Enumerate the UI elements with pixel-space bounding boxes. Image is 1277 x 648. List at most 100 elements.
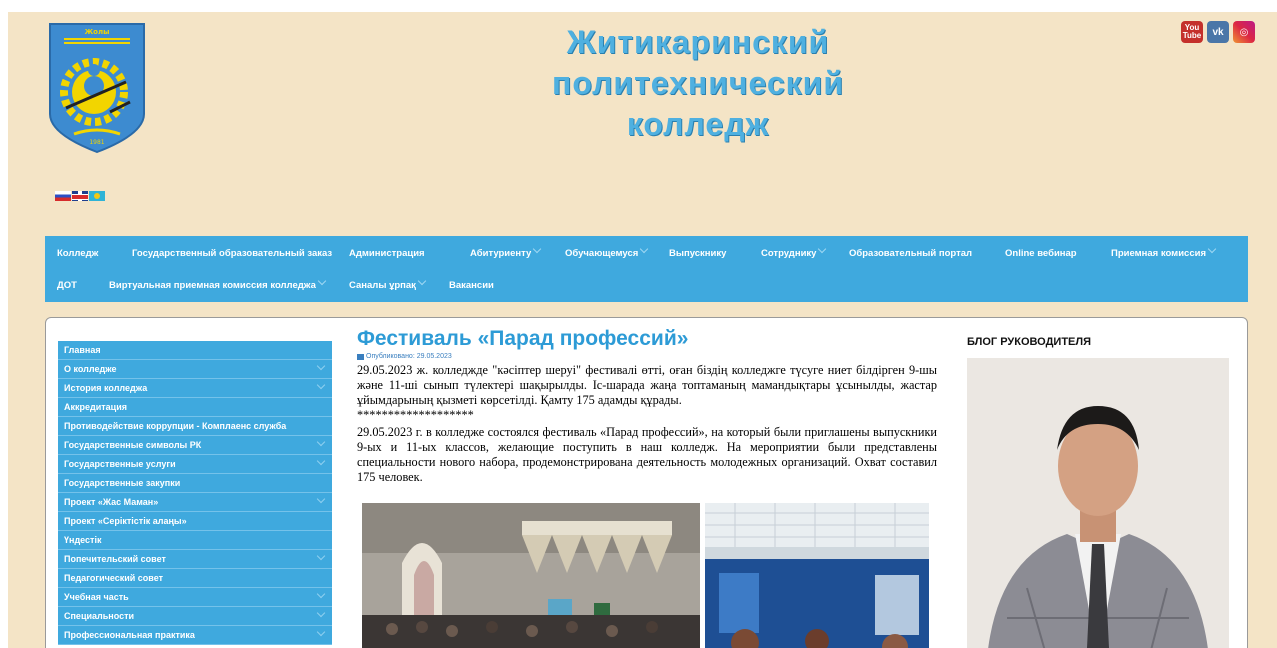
nav-item-label: Образовательный портал bbox=[849, 248, 973, 259]
chevron-down-icon bbox=[316, 380, 326, 390]
chevron-down-icon bbox=[640, 244, 649, 254]
nav-item-label: Вакансии bbox=[449, 280, 494, 291]
article-paragraph-kz: 29.05.2023 ж. колледжде "кәсіптер шеруі"… bbox=[357, 363, 937, 407]
sidebar-item-academic-part[interactable]: Учебная часть bbox=[58, 588, 332, 607]
nav-item-state-order[interactable]: Государственный образовательный заказ bbox=[132, 248, 332, 259]
sidebar-item-label: Үндестік bbox=[64, 535, 102, 545]
sidebar-item-specialties[interactable]: Специальности bbox=[58, 607, 332, 626]
article-paragraph-ru: 29.05.2023 г. в колледже состоялся фести… bbox=[357, 425, 937, 484]
sidebar-item-label: Специальности bbox=[64, 611, 135, 621]
article: Фестиваль «Парад профессий» Опубликовано… bbox=[357, 326, 937, 485]
chevron-down-icon bbox=[818, 244, 827, 254]
sidebar-item-label: Попечительский совет bbox=[64, 554, 166, 564]
sidebar-item-label: Противодействие коррупции - Комплаенс сл… bbox=[64, 421, 287, 431]
nav-item-label: Государственный образовательный заказ bbox=[132, 248, 333, 259]
sidebar-item-home[interactable]: Главная bbox=[58, 341, 332, 360]
event-stand-photo[interactable] bbox=[705, 503, 929, 648]
nav-item-label: Колледж bbox=[57, 248, 99, 259]
nav-item-admission[interactable]: Приемная комиссия bbox=[1111, 244, 1217, 259]
sidebar-item-state-symbols[interactable]: Государственные символы РК bbox=[58, 436, 332, 455]
nav-item-label: Приемная комиссия bbox=[1111, 248, 1206, 259]
article-title[interactable]: Фестиваль «Парад профессий» bbox=[357, 326, 937, 352]
chevron-down-icon bbox=[417, 276, 427, 286]
sidebar-item-label: Государственные символы РК bbox=[64, 440, 202, 450]
nav-item-sanaly-urpak[interactable]: Саналы ұрпақ bbox=[349, 276, 427, 291]
nav-item-vacancies[interactable]: Вакансии bbox=[449, 280, 494, 291]
nav-item-staff[interactable]: Сотруднику bbox=[761, 244, 827, 259]
sidebar-item-zhas-maman[interactable]: Проект «Жас Маман» bbox=[58, 493, 332, 512]
sidebar-item-accreditation[interactable]: Аккредитация bbox=[58, 398, 332, 417]
nav-item-college[interactable]: Колледж bbox=[57, 248, 98, 259]
nav-item-label: Абитуриенту bbox=[470, 248, 532, 259]
sidebar-item-practice[interactable]: Профессиональная практика bbox=[58, 626, 332, 645]
sidebar-item-board-of-trustees[interactable]: Попечительский совет bbox=[58, 550, 332, 569]
sidebar-item-seriktestik[interactable]: Проект «Серіктістік алаңы» bbox=[58, 512, 332, 531]
language-switcher bbox=[55, 191, 105, 201]
nav-item-virtual-admission[interactable]: Виртуальная приемная комиссия колледжа bbox=[109, 276, 327, 291]
instagram-icon[interactable]: ◎ bbox=[1233, 21, 1255, 43]
nav-item-label: ДОТ bbox=[57, 280, 77, 291]
nav-item-label: Выпускнику bbox=[669, 248, 727, 259]
nav-item-applicants[interactable]: Абитуриенту bbox=[470, 244, 542, 259]
nav-item-dot[interactable]: ДОТ bbox=[57, 280, 77, 291]
site-title: Житикаринский политехнический колледж bbox=[478, 22, 918, 145]
chevron-down-icon bbox=[316, 589, 326, 599]
sidebar-item-anticorruption[interactable]: Противодействие коррупции - Комплаенс сл… bbox=[58, 417, 332, 436]
sidebar-item-history[interactable]: История колледжа bbox=[58, 379, 332, 398]
page: Жолы 1981 Житикаринский политехнический … bbox=[8, 12, 1277, 648]
blog-title: БЛОГ РУКОВОДИТЕЛЯ bbox=[967, 336, 1092, 348]
svg-text:Жолы: Жолы bbox=[85, 28, 110, 36]
sidebar-item-label: История колледжа bbox=[64, 383, 148, 393]
director-photo[interactable] bbox=[967, 358, 1229, 648]
nav-item-label: Администрация bbox=[349, 248, 425, 259]
chevron-down-icon bbox=[1207, 244, 1217, 254]
sidebar-item-label: Педагогический совет bbox=[64, 573, 163, 583]
sidebar-item-label: Профессиональная практика bbox=[64, 630, 195, 640]
sidebar-item-label: Главная bbox=[64, 345, 101, 355]
article-meta: Опубликовано: 29.05.2023 bbox=[357, 353, 937, 360]
sidebar-item-undestik[interactable]: Үндестік bbox=[58, 531, 332, 550]
site-title-line: колледж bbox=[626, 106, 770, 142]
nav-item-administration[interactable]: Администрация bbox=[349, 248, 425, 259]
chevron-down-icon bbox=[316, 494, 326, 504]
nav-item-edu-portal[interactable]: Образовательный портал bbox=[849, 248, 972, 259]
nav-item-webinar[interactable]: Online вебинар bbox=[1005, 248, 1077, 259]
sidebar-item-label: Учебная часть bbox=[64, 592, 129, 602]
youtube-icon-text-bottom: Tube bbox=[1182, 31, 1202, 40]
chevron-down-icon bbox=[316, 608, 326, 618]
sidebar-item-procurement[interactable]: Государственные закупки bbox=[58, 474, 332, 493]
sidebar-item-label: Государственные закупки bbox=[64, 478, 181, 488]
nav-item-label: Обучающемуся bbox=[565, 248, 639, 259]
sidebar-item-label: Государственные услуги bbox=[64, 459, 176, 469]
sidebar-item-label: Проект «Серіктістік алаңы» bbox=[64, 516, 187, 526]
sidebar-item-label: Проект «Жас Маман» bbox=[64, 497, 159, 507]
kazakh-flag-icon[interactable] bbox=[89, 191, 105, 201]
nav-item-graduates[interactable]: Выпускнику bbox=[669, 248, 726, 259]
chevron-down-icon bbox=[316, 437, 326, 447]
content-box: Главная О колледже История колледжа Аккр… bbox=[45, 317, 1248, 648]
sidebar-item-label: О колледже bbox=[64, 364, 117, 374]
chevron-down-icon bbox=[316, 551, 326, 561]
site-title-line: политехнический bbox=[551, 65, 845, 101]
sidebar-item-state-services[interactable]: Государственные услуги bbox=[58, 455, 332, 474]
chevron-down-icon bbox=[533, 244, 542, 254]
vk-icon[interactable]: vk bbox=[1207, 21, 1229, 43]
nav-item-students[interactable]: Обучающемуся bbox=[565, 244, 649, 259]
english-flag-icon[interactable] bbox=[72, 191, 88, 201]
nav-item-label: Саналы ұрпақ bbox=[349, 280, 416, 291]
sidebar-item-about[interactable]: О колледже bbox=[58, 360, 332, 379]
sidebar-item-label: Аккредитация bbox=[64, 402, 127, 412]
social-links: You Tube vk ◎ bbox=[1181, 21, 1255, 43]
published-date: Опубликовано: 29.05.2023 bbox=[366, 353, 452, 360]
event-hall-photo[interactable] bbox=[362, 503, 700, 648]
sidebar-item-pedagogical-council[interactable]: Педагогический совет bbox=[58, 569, 332, 588]
article-separator: ******************* bbox=[357, 408, 474, 422]
top-navigation: Колледж Государственный образовательный … bbox=[45, 236, 1248, 302]
calendar-icon bbox=[357, 353, 364, 360]
russian-flag-icon[interactable] bbox=[55, 191, 71, 201]
site-title-line: Житикаринский bbox=[566, 24, 830, 60]
youtube-icon[interactable]: You Tube bbox=[1181, 21, 1203, 43]
chevron-down-icon bbox=[317, 276, 327, 286]
college-logo[interactable]: Жолы 1981 bbox=[46, 22, 148, 154]
svg-text:1981: 1981 bbox=[89, 139, 104, 146]
